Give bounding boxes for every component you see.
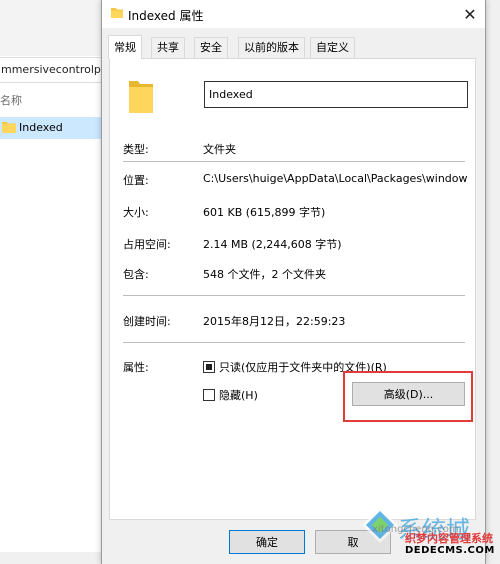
folder-icon (111, 8, 123, 18)
location-label: 位置: (123, 174, 149, 187)
watermark-url: DEDECMS.COM (405, 545, 495, 556)
dialog-title: Indexed 属性 (128, 9, 204, 23)
tab-customize[interactable]: 自定义 (310, 37, 355, 58)
location-value[interactable]: C:\Users\huige\AppData\Local\Packages\wi… (203, 172, 473, 185)
hidden-label: 隐藏(H) (219, 389, 258, 402)
size-value: 601 KB (615,899 字节) (203, 206, 326, 219)
properties-dialog: Indexed 属性 ✕ 常规 共享 安全 以前的版本 自定义 类型: 文件夹 … (101, 0, 486, 564)
size-label: 大小: (123, 206, 149, 219)
type-label: 类型: (123, 143, 149, 156)
dialog-titlebar[interactable]: Indexed 属性 ✕ (102, 0, 485, 28)
created-label: 创建时间: (123, 315, 171, 328)
separator (123, 295, 465, 296)
advanced-button[interactable]: 高级(D)... (352, 382, 465, 406)
hidden-checkbox[interactable] (203, 389, 215, 401)
tab-general[interactable]: 常规 (108, 35, 142, 59)
contains-label: 包含: (123, 268, 149, 281)
close-button[interactable]: ✕ (457, 2, 483, 26)
list-item-label: Indexed (19, 121, 63, 134)
explorer-address-bar[interactable]: mmersivecontrolpa (0, 57, 108, 83)
close-icon: ✕ (463, 4, 477, 24)
hidden-attribute[interactable]: 隐藏(H) (203, 387, 258, 403)
watermark-brand: 织梦内容管理系统 (405, 532, 493, 545)
address-bar-text: mmersivecontrolpa (1, 63, 108, 76)
contains-value: 548 个文件，2 个文件夹 (203, 268, 326, 281)
explorer-scrollbar-area (486, 0, 500, 564)
created-value: 2015年8月12日，22:59:23 (203, 315, 346, 328)
indeterminate-mark (206, 364, 212, 370)
column-header-name[interactable]: 名称 (0, 92, 22, 108)
tab-security[interactable]: 安全 (194, 37, 228, 58)
general-tab-panel: 类型: 文件夹 位置: C:\Users\huige\AppData\Local… (109, 58, 476, 520)
type-value: 文件夹 (203, 143, 236, 156)
folder-name-input[interactable] (204, 81, 468, 108)
attributes-label: 属性: (123, 361, 149, 374)
disk-size-value: 2.14 MB (2,244,608 字节) (203, 238, 342, 251)
tab-previous-versions[interactable]: 以前的版本 (238, 37, 305, 58)
disk-size-label: 占用空间: (123, 238, 171, 251)
folder-icon (129, 81, 153, 113)
readonly-checkbox[interactable] (203, 361, 215, 373)
tab-sharing[interactable]: 共享 (151, 37, 185, 58)
separator (123, 161, 465, 162)
folder-icon (2, 122, 16, 133)
ok-button[interactable]: 确定 (229, 530, 305, 554)
separator (123, 342, 465, 343)
